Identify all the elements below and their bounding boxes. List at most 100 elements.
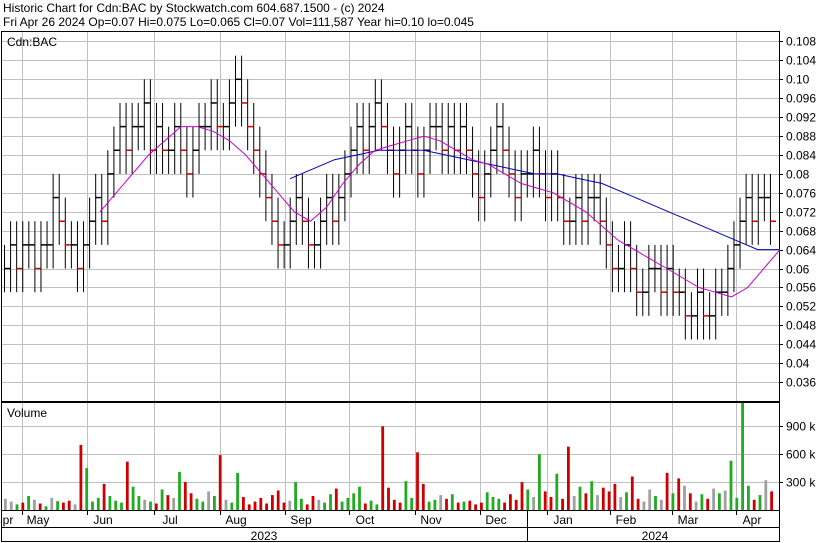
volume-bar xyxy=(178,471,181,510)
volume-bar xyxy=(79,444,83,510)
volume-bar xyxy=(625,492,628,510)
volume-bar xyxy=(131,486,135,510)
volume-bar xyxy=(195,498,199,510)
volume-bar xyxy=(323,502,326,510)
volume-bar xyxy=(305,504,309,510)
volume-bar xyxy=(218,455,222,510)
volume-bar xyxy=(352,493,356,510)
volume-bar xyxy=(665,472,669,510)
price-panel-frame xyxy=(1,31,780,402)
price-tick-label: 0.06 xyxy=(786,263,810,277)
volume-bar xyxy=(276,490,280,510)
volume-bar xyxy=(404,481,408,510)
volume-bar xyxy=(4,498,7,510)
volume-bar xyxy=(44,506,48,510)
volume-bar xyxy=(514,499,518,510)
volume-bar xyxy=(213,496,216,510)
volume-bar xyxy=(607,491,611,510)
price-tick-label: 0.096 xyxy=(786,92,816,106)
volume-bar xyxy=(311,496,315,510)
volume-bar xyxy=(253,501,257,510)
month-label: Jul xyxy=(162,513,177,527)
volume-bar xyxy=(648,489,652,510)
volume-bar xyxy=(694,501,698,510)
year-label: 2023 xyxy=(251,529,278,543)
volume-bar xyxy=(236,472,239,510)
month-label: Dec xyxy=(485,513,506,527)
volume-bar xyxy=(700,494,704,510)
volume-bar xyxy=(735,497,739,510)
volume-bar xyxy=(590,481,594,510)
price-tick-label: 0.072 xyxy=(786,206,816,220)
month-label: Jun xyxy=(93,513,112,527)
volume-bar xyxy=(160,489,164,510)
volume-bar xyxy=(416,452,419,510)
volume-bar xyxy=(375,504,379,510)
price-tick-label: 0.044 xyxy=(786,338,816,352)
volume-bar xyxy=(271,495,274,510)
volume-bar xyxy=(543,491,547,510)
volume-bar xyxy=(91,501,94,510)
volume-bar xyxy=(358,486,361,510)
month-label: Apr xyxy=(743,513,762,527)
volume-bar xyxy=(456,502,460,510)
month-label: Aug xyxy=(225,513,246,527)
volume-bar xyxy=(149,501,152,510)
volume-bar xyxy=(712,488,715,510)
volume-bar xyxy=(21,502,25,510)
volume-bar xyxy=(468,500,472,510)
month-label: Feb xyxy=(616,513,637,527)
volume-bar xyxy=(770,491,773,510)
volume-bar xyxy=(503,502,506,510)
volume-bar xyxy=(497,498,501,510)
volume-bar xyxy=(294,482,297,510)
volume-bar xyxy=(114,500,118,510)
volume-bar xyxy=(526,489,530,510)
volume-bar xyxy=(718,493,721,510)
volume-bar xyxy=(392,499,396,510)
price-tick-label: 0.036 xyxy=(786,376,816,390)
volume-bar xyxy=(369,500,373,510)
volume-bar xyxy=(509,494,512,510)
price-tick-label: 0.068 xyxy=(786,225,816,239)
volume-bar xyxy=(596,495,599,510)
month-label: Oct xyxy=(356,513,375,527)
volume-tick-label: 300 k xyxy=(786,476,816,490)
price-tick-label: 0.084 xyxy=(786,149,816,163)
volume-bar xyxy=(549,497,553,510)
volume-tick-label: 600 k xyxy=(786,448,816,462)
volume-bar xyxy=(491,497,495,510)
price-tick-label: 0.04 xyxy=(786,357,810,371)
volume-bar xyxy=(172,497,176,510)
price-tick-label: 0.10 xyxy=(786,73,810,87)
volume-bar xyxy=(62,502,65,510)
price-tick-label: 0.08 xyxy=(786,168,810,182)
price-tick-label: 0.104 xyxy=(786,54,816,68)
volume-bar xyxy=(747,485,750,510)
volume-bar xyxy=(561,498,564,510)
volume-bar xyxy=(102,483,106,510)
volume-bar xyxy=(439,495,443,510)
volume-bar xyxy=(601,487,605,510)
price-tick-label: 0.052 xyxy=(786,300,816,314)
month-label: Mar xyxy=(678,513,699,527)
volume-bar xyxy=(532,497,535,510)
volume-bar xyxy=(189,493,193,510)
volume-tick-label: 900 k xyxy=(786,420,816,434)
volume-bar xyxy=(688,493,692,510)
month-label: Nov xyxy=(420,513,441,527)
month-label: Sep xyxy=(290,513,312,527)
volume-bar xyxy=(630,476,634,510)
volume-bar xyxy=(752,499,756,510)
volume-bar xyxy=(462,501,466,510)
volume-bar xyxy=(363,503,367,510)
price-tick-label: 0.108 xyxy=(786,35,816,49)
volume-bar xyxy=(9,501,13,510)
volume-bar xyxy=(201,501,205,510)
volume-bar xyxy=(706,498,710,510)
volume-bar xyxy=(613,483,617,510)
volume-bar xyxy=(410,497,414,510)
volume-bar xyxy=(398,502,402,510)
price-tick-label: 0.092 xyxy=(786,111,816,125)
volume-bar xyxy=(224,499,228,510)
